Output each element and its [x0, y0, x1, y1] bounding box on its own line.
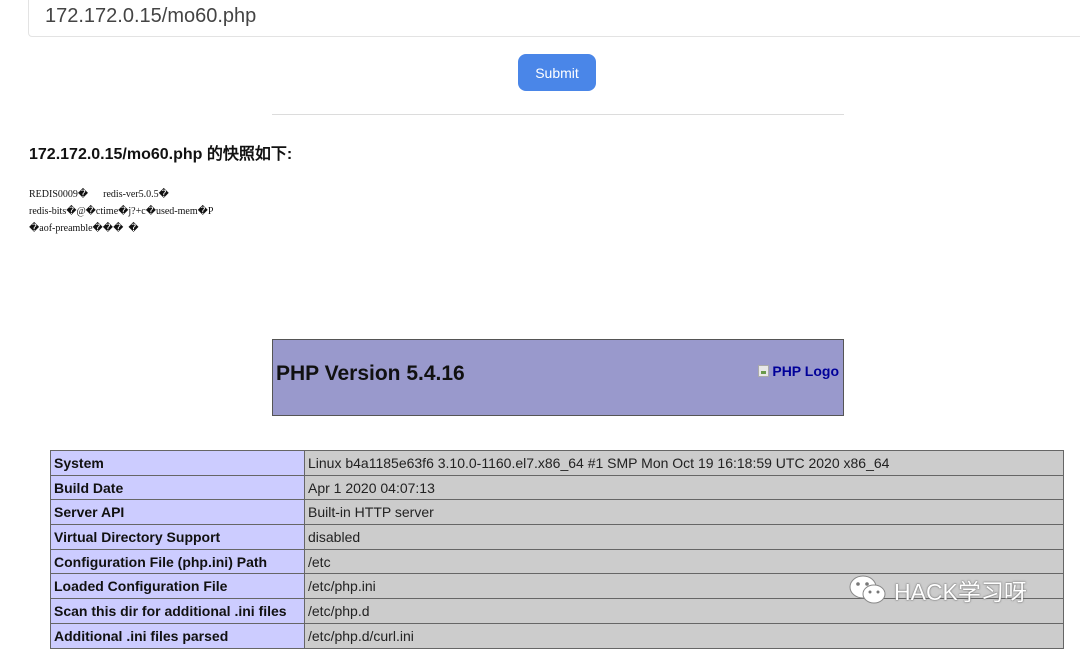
info-key: Loaded Configuration File — [50, 573, 305, 600]
table-row: System Linux b4a1185e63f6 3.10.0-1160.el… — [50, 450, 1064, 476]
info-value: Linux b4a1185e63f6 3.10.0-1160.el7.x86_6… — [304, 450, 1064, 476]
info-value: disabled — [304, 524, 1064, 550]
wechat-icon — [849, 575, 886, 604]
url-input[interactable] — [28, 0, 1080, 37]
info-key: Configuration File (php.ini) Path — [50, 548, 305, 575]
broken-image-icon — [758, 365, 770, 377]
raw-line: REDIS0009� redis-ver5.0.5� — [29, 189, 169, 200]
raw-line: redis-bits�@�ctime�j?+c�used-mem�P — [29, 206, 214, 217]
info-value: /etc/php.d/curl.ini — [304, 622, 1064, 649]
submit-button[interactable]: Submit — [518, 54, 596, 91]
php-info-table: System Linux b4a1185e63f6 3.10.0-1160.el… — [50, 450, 1064, 649]
php-logo-link[interactable]: PHP Logo — [758, 363, 839, 379]
info-key: Build Date — [50, 474, 305, 501]
raw-line: �aof-preamble��� � — [29, 223, 139, 234]
snapshot-heading: 172.172.0.15/mo60.php 的快照如下: — [29, 146, 293, 163]
divider — [272, 114, 844, 115]
table-row: Server API Built-in HTTP server — [50, 499, 1064, 526]
watermark-text: HACK学习呀 — [894, 579, 1027, 605]
table-row: Configuration File (php.ini) Path /etc — [50, 548, 1064, 575]
table-row: Virtual Directory Support disabled — [50, 524, 1064, 550]
info-key: Scan this dir for additional .ini files — [50, 598, 305, 624]
raw-snapshot-content: REDIS0009� redis-ver5.0.5� redis-bits�@�c… — [29, 186, 213, 237]
watermark: HACK学习呀 — [848, 573, 1027, 607]
info-key: Virtual Directory Support — [50, 524, 305, 550]
info-key: Server API — [50, 499, 305, 526]
info-value: Built-in HTTP server — [304, 499, 1064, 526]
info-key: System — [50, 450, 305, 476]
php-logo-alt-text: PHP Logo — [772, 363, 839, 379]
table-row: Build Date Apr 1 2020 04:07:13 — [50, 474, 1064, 501]
php-version-header: PHP Version 5.4.16 PHP Logo — [272, 339, 844, 416]
info-value: /etc — [304, 548, 1064, 575]
table-row: Additional .ini files parsed /etc/php.d/… — [50, 622, 1064, 649]
info-value: Apr 1 2020 04:07:13 — [304, 474, 1064, 501]
php-version-title: PHP Version 5.4.16 — [276, 362, 465, 385]
info-key: Additional .ini files parsed — [50, 622, 305, 649]
